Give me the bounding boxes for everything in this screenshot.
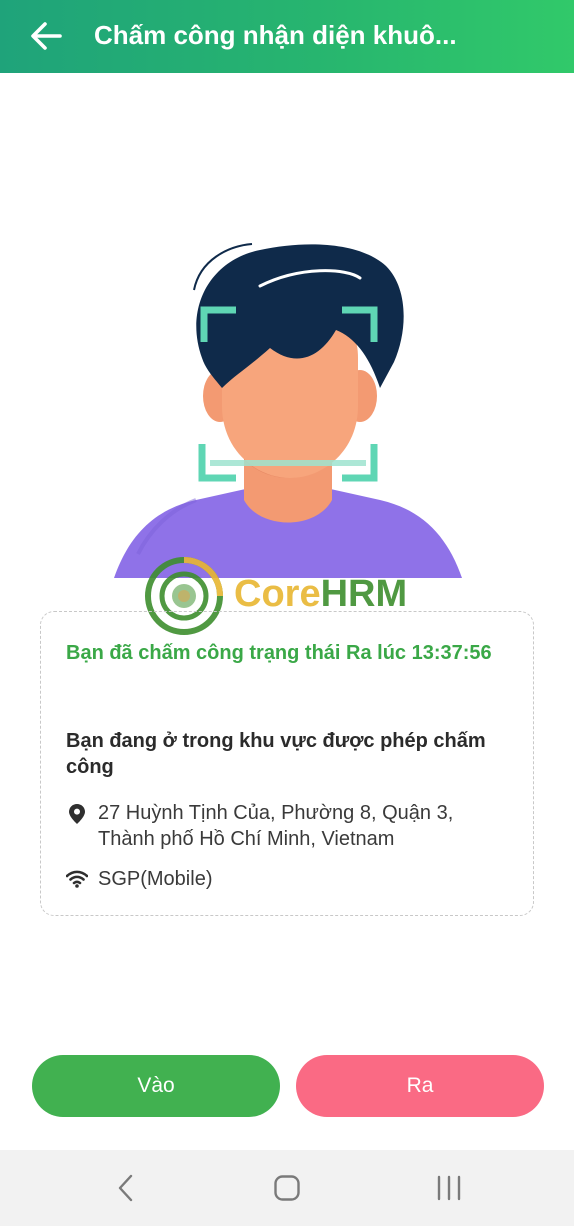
nav-back-icon — [118, 1174, 133, 1202]
back-button[interactable] — [24, 16, 68, 56]
face-scan-illustration-graphic — [114, 243, 462, 578]
app-screen: Chấm công nhận diện khuô... CoreHRM Bạn … — [0, 0, 574, 1226]
nav-recents-icon — [437, 1175, 461, 1201]
wifi-row: SGP(Mobile) — [66, 866, 511, 896]
location-pin-icon — [66, 800, 88, 830]
check-in-button[interactable]: Vào — [32, 1055, 280, 1117]
page-title: Chấm công nhận diện khuô... — [94, 20, 457, 50]
watermark-text: CoreHRM — [234, 574, 407, 614]
wifi-icon — [66, 866, 88, 896]
address-row: 27 Huỳnh Tịnh Của, Phường 8, Quận 3, Thà… — [66, 800, 511, 852]
app-header: Chấm công nhận diện khuô... — [0, 0, 574, 73]
zone-status: Bạn đang ở trong khu vực được phép chấm … — [66, 730, 486, 778]
system-navigation-bar — [0, 1150, 574, 1226]
nav-home-icon — [274, 1175, 300, 1201]
attendance-info-card: Bạn đã chấm công trạng thái Ra lúc 13:37… — [40, 611, 534, 916]
nav-back-button[interactable] — [106, 1170, 146, 1206]
nav-recents-button[interactable] — [429, 1170, 469, 1206]
arrow-left-icon — [31, 22, 62, 50]
face-scan-illustration — [110, 238, 466, 582]
check-out-button[interactable]: Ra — [296, 1055, 544, 1117]
attendance-status: Bạn đã chấm công trạng thái Ra lúc 13:37… — [66, 642, 492, 664]
wifi-name: SGP(Mobile) — [98, 868, 213, 890]
watermark-core: Core — [234, 573, 321, 615]
watermark-hrm: HRM — [320, 573, 408, 615]
address-text: 27 Huỳnh Tịnh Của, Phường 8, Quận 3, Thà… — [98, 802, 454, 850]
nav-home-button[interactable] — [267, 1170, 307, 1206]
